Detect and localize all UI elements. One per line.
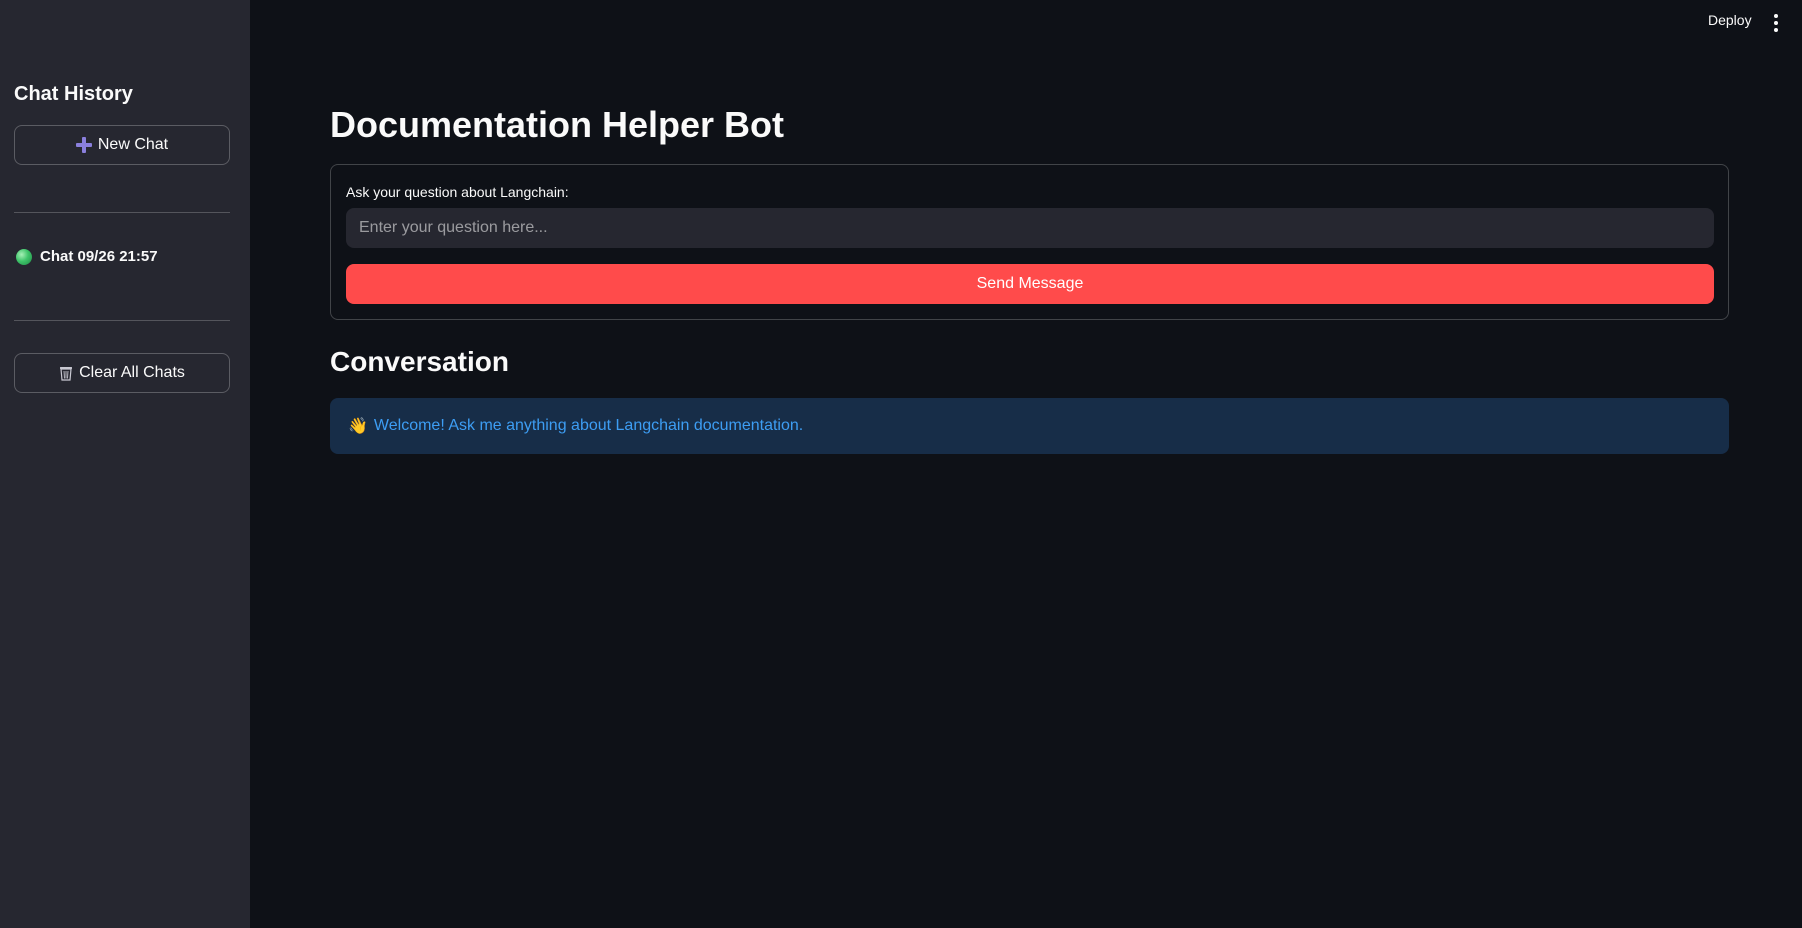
vertical-dots-icon[interactable] bbox=[1770, 14, 1782, 32]
question-input[interactable] bbox=[346, 208, 1714, 248]
sidebar-divider bbox=[14, 212, 230, 213]
wastebasket-icon bbox=[60, 367, 73, 381]
new-chat-button[interactable]: New Chat bbox=[14, 125, 230, 165]
chat-history-item[interactable]: Chat 09/26 21:57 bbox=[16, 248, 158, 265]
sidebar-title: Chat History bbox=[14, 83, 133, 105]
app-window: Chat History New Chat Chat 09/26 21:57 C… bbox=[0, 0, 1802, 928]
welcome-text: Welcome! Ask me anything about Langchain… bbox=[373, 417, 804, 434]
sidebar: Chat History New Chat Chat 09/26 21:57 C… bbox=[0, 0, 250, 928]
clear-all-chats-label: Clear All Chats bbox=[79, 364, 185, 381]
sidebar-divider bbox=[14, 320, 230, 321]
welcome-message: 👋 Welcome! Ask me anything about Langcha… bbox=[330, 398, 1729, 454]
waving-hand-icon: 👋 bbox=[348, 418, 368, 435]
new-chat-label: New Chat bbox=[97, 136, 169, 153]
page-title: Documentation Helper Bot bbox=[330, 104, 785, 145]
green-circle-icon bbox=[16, 248, 32, 265]
clear-all-chats-button[interactable]: Clear All Chats bbox=[14, 353, 230, 393]
question-form: Ask your question about Langchain: Send … bbox=[330, 164, 1729, 320]
deploy-button[interactable]: Deploy bbox=[1708, 12, 1752, 28]
conversation-title: Conversation bbox=[330, 346, 509, 377]
send-message-button[interactable]: Send Message bbox=[346, 264, 1714, 304]
chat-history-item-label: Chat 09/26 21:57 bbox=[40, 248, 158, 265]
plus-icon bbox=[75, 137, 92, 153]
question-label: Ask your question about Langchain: bbox=[346, 184, 569, 200]
